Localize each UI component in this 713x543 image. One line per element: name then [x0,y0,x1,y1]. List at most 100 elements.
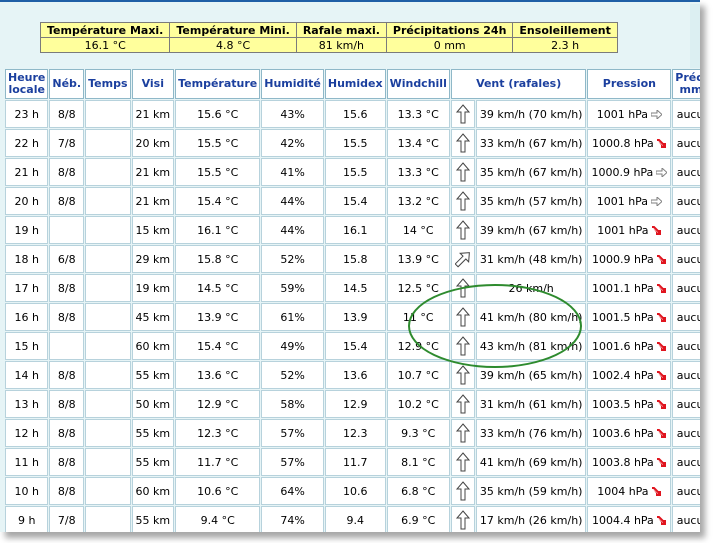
cell-windchill: 10.2 °C [386,390,450,418]
summary-value: 4.8 °C [169,37,297,53]
cell-precip: aucune [672,158,700,186]
cell-pression: 1003.5 hPa [587,390,672,418]
cell-heure: 17 h [5,274,49,302]
cell-wind-direction [450,245,475,273]
col-humidex: Humidex [324,69,386,99]
col-precip: Précip. mm/h [672,69,700,99]
col-temperature: Température [175,69,261,99]
col-heure: Heure locale [5,69,49,99]
cell-precip: aucune [672,448,700,476]
cell-humidex: 15.4 [324,332,386,360]
cell-precip: aucune [672,187,700,215]
wind-arrow-icon [455,365,470,385]
cell-humidex: 13.6 [324,361,386,389]
table-row: 20 h 8/8 21 km 15.4 °C 44% 15.4 13.2 °C 35 km/h… [5,187,700,215]
cell-windchill: 11 °C [386,303,450,331]
cell-precip: aucune [672,390,700,418]
cell-pression: 1000.9 hPa [587,158,672,186]
cell-temperature: 13.9 °C [175,303,261,331]
cell-humidite: 52% [261,245,324,273]
cell-temps [85,274,131,302]
wind-arrow-icon [455,278,470,298]
pressure-trend-icon [651,110,663,119]
pression-value: 1001 hPa [596,107,649,121]
cell-neb: 8/8 [49,477,85,505]
cell-temps [85,216,131,244]
cell-humidex: 15.8 [324,245,386,273]
cell-precip: aucune [672,245,700,273]
cell-humidex: 10.6 [324,477,386,505]
cell-pression: 1000.9 hPa [587,245,672,273]
cell-visi: 50 km [131,390,175,418]
table-row: 15 h 60 km 15.4 °C 49% 15.4 12.9 °C 43 km/h (8… [5,332,700,360]
cell-temperature: 10.6 °C [175,477,261,505]
pression-value: 1001.6 hPa [591,339,654,353]
cell-humidex: 9.4 [324,506,386,532]
cell-humidex: 15.4 [324,187,386,215]
table-row: 9 h 7/8 55 km 9.4 °C 74% 9.4 6.9 °C 17 km/h (26… [5,506,700,532]
cell-pression: 1002.4 hPa [587,361,672,389]
cell-humidite: 64% [261,477,324,505]
cell-humidite: 43% [261,100,324,128]
cell-pression: 1003.8 hPa [587,448,672,476]
cell-windchill: 13.3 °C [386,100,450,128]
cell-vent: 35 km/h (67 km/h) [475,158,587,186]
cell-precip: aucune [672,303,700,331]
cell-visi: 29 km [131,245,175,273]
cell-humidex: 12.3 [324,419,386,447]
pression-value: 1001 hPa [597,223,649,237]
cell-neb: 8/8 [49,390,85,418]
summary-header: Température Maxi. [39,22,171,38]
pressure-trend-icon [651,197,663,206]
cell-humidite: 44% [261,187,324,215]
cell-humidite: 74% [261,506,324,532]
table-row: 18 h 6/8 29 km 15.8 °C 52% 15.8 13.9 °C 31 km/h… [5,245,700,273]
col-visi: Visi [131,69,175,99]
cell-temperature: 12.3 °C [175,419,261,447]
cell-temps [85,129,131,157]
pression-value: 1003.6 hPa [591,426,654,440]
cell-wind-direction [450,158,475,186]
summary-value: 2.3 h [512,37,618,53]
wind-arrow-icon [455,162,470,182]
daily-summary-table: Température Maxi. Température Mini. Rafa… [39,22,618,53]
cell-humidex: 15.6 [324,100,386,128]
cell-visi: 55 km [131,419,175,447]
cell-heure: 14 h [5,361,49,389]
cell-pression: 1000.8 hPa [587,129,672,157]
cell-humidite: 61% [261,303,324,331]
cell-wind-direction [450,274,475,302]
cell-precip: aucune [672,477,700,505]
cell-visi: 19 km [131,274,175,302]
cell-pression: 1001 hPa [587,187,672,215]
cell-windchill: 13.2 °C [386,187,450,215]
col-temps: Temps [85,69,131,99]
cell-humidite: 49% [261,332,324,360]
cell-windchill: 13.3 °C [386,158,450,186]
cell-vent: 33 km/h (76 km/h) [475,419,587,447]
hourly-observations-table: Heure locale Néb. Temps Visi Température… [4,68,700,532]
cell-windchill: 13.4 °C [386,129,450,157]
cell-pression: 1001.6 hPa [587,332,672,360]
cell-vent: 39 km/h (70 km/h) [475,100,587,128]
cell-wind-direction [450,419,475,447]
pression-value: 1000.9 hPa [591,252,654,266]
cell-temperature: 11.7 °C [175,448,261,476]
cell-windchill: 8.1 °C [386,448,450,476]
col-humidite: Humidité [261,69,324,99]
weather-panel: Température Maxi. Température Mini. Rafa… [0,0,700,532]
cell-wind-direction [450,361,475,389]
cell-temps [85,158,131,186]
pressure-trend-icon [656,138,666,148]
pressure-trend-icon [656,341,666,351]
table-row: 21 h 8/8 21 km 15.5 °C 41% 15.5 13.3 °C 35 km/h… [5,158,700,186]
cell-precip: aucune [672,361,700,389]
table-row: 11 h 8/8 55 km 11.7 °C 57% 11.7 8.1 °C 41 km/h … [5,448,700,476]
cell-temps [85,506,131,532]
cell-visi: 21 km [131,187,175,215]
cell-temps [85,303,131,331]
cell-vent: 43 km/h (81 km/h) [475,332,587,360]
cell-temperature: 15.6 °C [175,100,261,128]
cell-neb: 6/8 [49,245,85,273]
cell-temps [85,332,131,360]
